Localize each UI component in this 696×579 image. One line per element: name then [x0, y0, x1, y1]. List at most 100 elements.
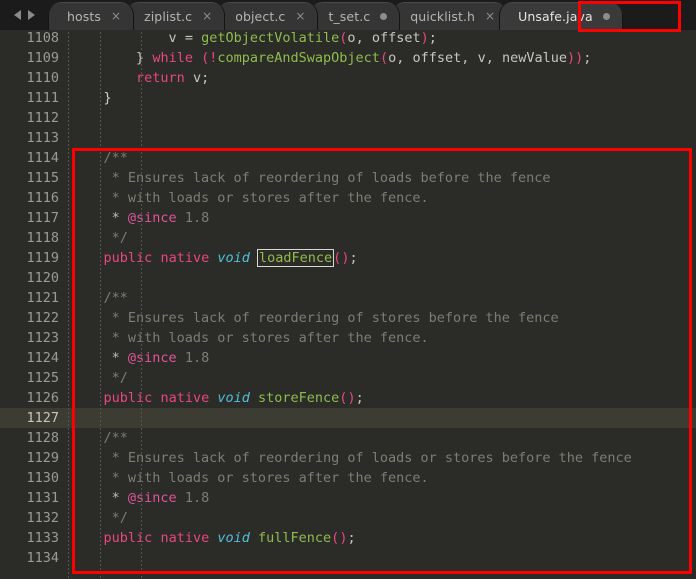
code-line[interactable]: public native void fullFence(); [67, 528, 696, 548]
tab-close-icon[interactable]: × [111, 10, 121, 22]
tab-label: t_set.c [328, 8, 371, 24]
code-line[interactable]: * @since 1.8 [67, 208, 696, 228]
comment-text: * with loads or stores after the fence. [71, 190, 429, 206]
code-line[interactable]: */ [67, 508, 696, 528]
code-line[interactable]: * Ensures lack of reordering of stores b… [67, 308, 696, 328]
method-name: getObjectVolatile [201, 30, 340, 46]
line-number[interactable]: 1120 [0, 268, 67, 288]
comment-text: * Ensures lack of reordering of loads or… [71, 450, 632, 466]
line-number[interactable]: 1126 [0, 388, 67, 408]
line-number-gutter: 1108 1109 1110 1111 1112 1113 1114 1115 1116 1117… [0, 28, 67, 579]
code-line[interactable]: return v; [67, 68, 696, 88]
code-line[interactable]: public native void loadFence(); [67, 248, 696, 268]
tab-unsafe-java[interactable]: Unsafe.java [499, 2, 623, 30]
code-line[interactable] [67, 128, 696, 148]
javadoc-tag: @since [127, 490, 177, 506]
line-number[interactable]: 1109 [0, 48, 67, 68]
javadoc-tag: @since [127, 210, 177, 226]
line-number[interactable]: 1114 [0, 148, 67, 168]
line-number[interactable]: 1113 [0, 128, 67, 148]
line-number[interactable]: 1122 [0, 308, 67, 328]
code-line[interactable]: /** [67, 428, 696, 448]
code-line[interactable]: * Ensures lack of reordering of loads be… [67, 168, 696, 188]
tab-next-arrow-icon[interactable] [27, 10, 35, 20]
tab-prev-arrow-icon[interactable] [13, 10, 21, 20]
code-editor[interactable]: 1108 1109 1110 1111 1112 1113 1114 1115 1116 1117… [0, 28, 696, 579]
code-line[interactable]: * with loads or stores after the fence. [67, 188, 696, 208]
method-name: loadFence [257, 249, 335, 267]
line-number[interactable]: 1117 [0, 208, 67, 228]
line-number[interactable]: 1134 [0, 548, 67, 568]
comment-text: /** [71, 150, 128, 166]
code-line[interactable]: */ [67, 368, 696, 388]
tab-modified-dot-icon[interactable] [602, 12, 610, 20]
line-number[interactable]: 1121 [0, 288, 67, 308]
tab-ziplist-c[interactable]: ziplist.c × [125, 2, 226, 30]
javadoc-tag: @since [127, 350, 177, 366]
line-number[interactable]: 1125 [0, 368, 67, 388]
tab-label: object.c [235, 8, 286, 24]
tab-hosts[interactable]: hosts × [48, 2, 135, 30]
code-line[interactable]: */ [67, 228, 696, 248]
line-number[interactable]: 1131 [0, 488, 67, 508]
tab-object-c[interactable]: object.c × [216, 2, 319, 30]
line-number[interactable]: 1108 [0, 28, 67, 48]
tab-close-icon[interactable]: × [485, 10, 495, 22]
tab-list: hosts × ziplist.c × object.c × t_set.c quicklis… [48, 0, 623, 30]
tab-close-icon[interactable]: × [202, 10, 212, 22]
line-number[interactable]: 1123 [0, 328, 67, 348]
code-line[interactable] [67, 548, 696, 568]
line-number[interactable]: 1116 [0, 188, 67, 208]
tab-quicklist-h[interactable]: quicklist.h × [391, 2, 509, 30]
code-line-current[interactable] [67, 408, 696, 428]
line-number[interactable]: 1133 [0, 528, 67, 548]
tab-nav-arrows[interactable] [0, 0, 48, 30]
method-name: compareAndSwapObject [217, 50, 380, 66]
line-number[interactable]: 1115 [0, 168, 67, 188]
code-line[interactable] [67, 108, 696, 128]
tab-label: hosts [67, 8, 101, 24]
line-number[interactable]: 1112 [0, 108, 67, 128]
comment-text: */ [71, 510, 128, 526]
method-name: fullFence [258, 530, 332, 546]
editor-window: hosts × ziplist.c × object.c × t_set.c quicklis… [0, 0, 696, 579]
code-line[interactable] [67, 268, 696, 288]
code-content-area[interactable]: v = getObjectVolatile(o, offset); } whil… [67, 28, 696, 579]
line-number[interactable]: 1132 [0, 508, 67, 528]
tab-t-set-c[interactable]: t_set.c [309, 2, 401, 30]
line-number[interactable]: 1128 [0, 428, 67, 448]
code-line[interactable]: public native void storeFence(); [67, 388, 696, 408]
line-number[interactable]: 1129 [0, 448, 67, 468]
tab-label: ziplist.c [144, 8, 193, 24]
code-line[interactable]: } [67, 88, 696, 108]
code-line[interactable]: /** [67, 148, 696, 168]
comment-text: /** [71, 290, 128, 306]
tab-bar: hosts × ziplist.c × object.c × t_set.c quicklis… [0, 0, 696, 30]
line-number[interactable]: 1119 [0, 248, 67, 268]
comment-text: /** [71, 430, 128, 446]
code-lines[interactable]: v = getObjectVolatile(o, offset); } whil… [67, 28, 696, 568]
tab-label: quicklist.h [410, 8, 476, 24]
code-line[interactable]: * with loads or stores after the fence. [67, 328, 696, 348]
method-name: storeFence [258, 390, 340, 406]
code-line[interactable]: * @since 1.8 [67, 348, 696, 368]
comment-text: * with loads or stores after the fence. [71, 470, 429, 486]
tab-modified-dot-icon[interactable] [380, 12, 388, 20]
code-line[interactable]: } while (!compareAndSwapObject(o, offset… [67, 48, 696, 68]
comment-text: */ [71, 370, 128, 386]
tab-label: Unsafe.java [518, 8, 593, 24]
line-number[interactable]: 1127 [0, 408, 67, 428]
line-number[interactable]: 1124 [0, 348, 67, 368]
code-line[interactable]: /** [67, 288, 696, 308]
code-line[interactable]: * with loads or stores after the fence. [67, 468, 696, 488]
tab-close-icon[interactable]: × [295, 10, 305, 22]
comment-text: */ [71, 230, 128, 246]
code-line[interactable]: * @since 1.8 [67, 488, 696, 508]
comment-text: * with loads or stores after the fence. [71, 330, 429, 346]
code-line[interactable]: v = getObjectVolatile(o, offset); [67, 28, 696, 48]
code-line[interactable]: * Ensures lack of reordering of loads or… [67, 448, 696, 468]
line-number[interactable]: 1118 [0, 228, 67, 248]
line-number[interactable]: 1130 [0, 468, 67, 488]
line-number[interactable]: 1110 [0, 68, 67, 88]
line-number[interactable]: 1111 [0, 88, 67, 108]
